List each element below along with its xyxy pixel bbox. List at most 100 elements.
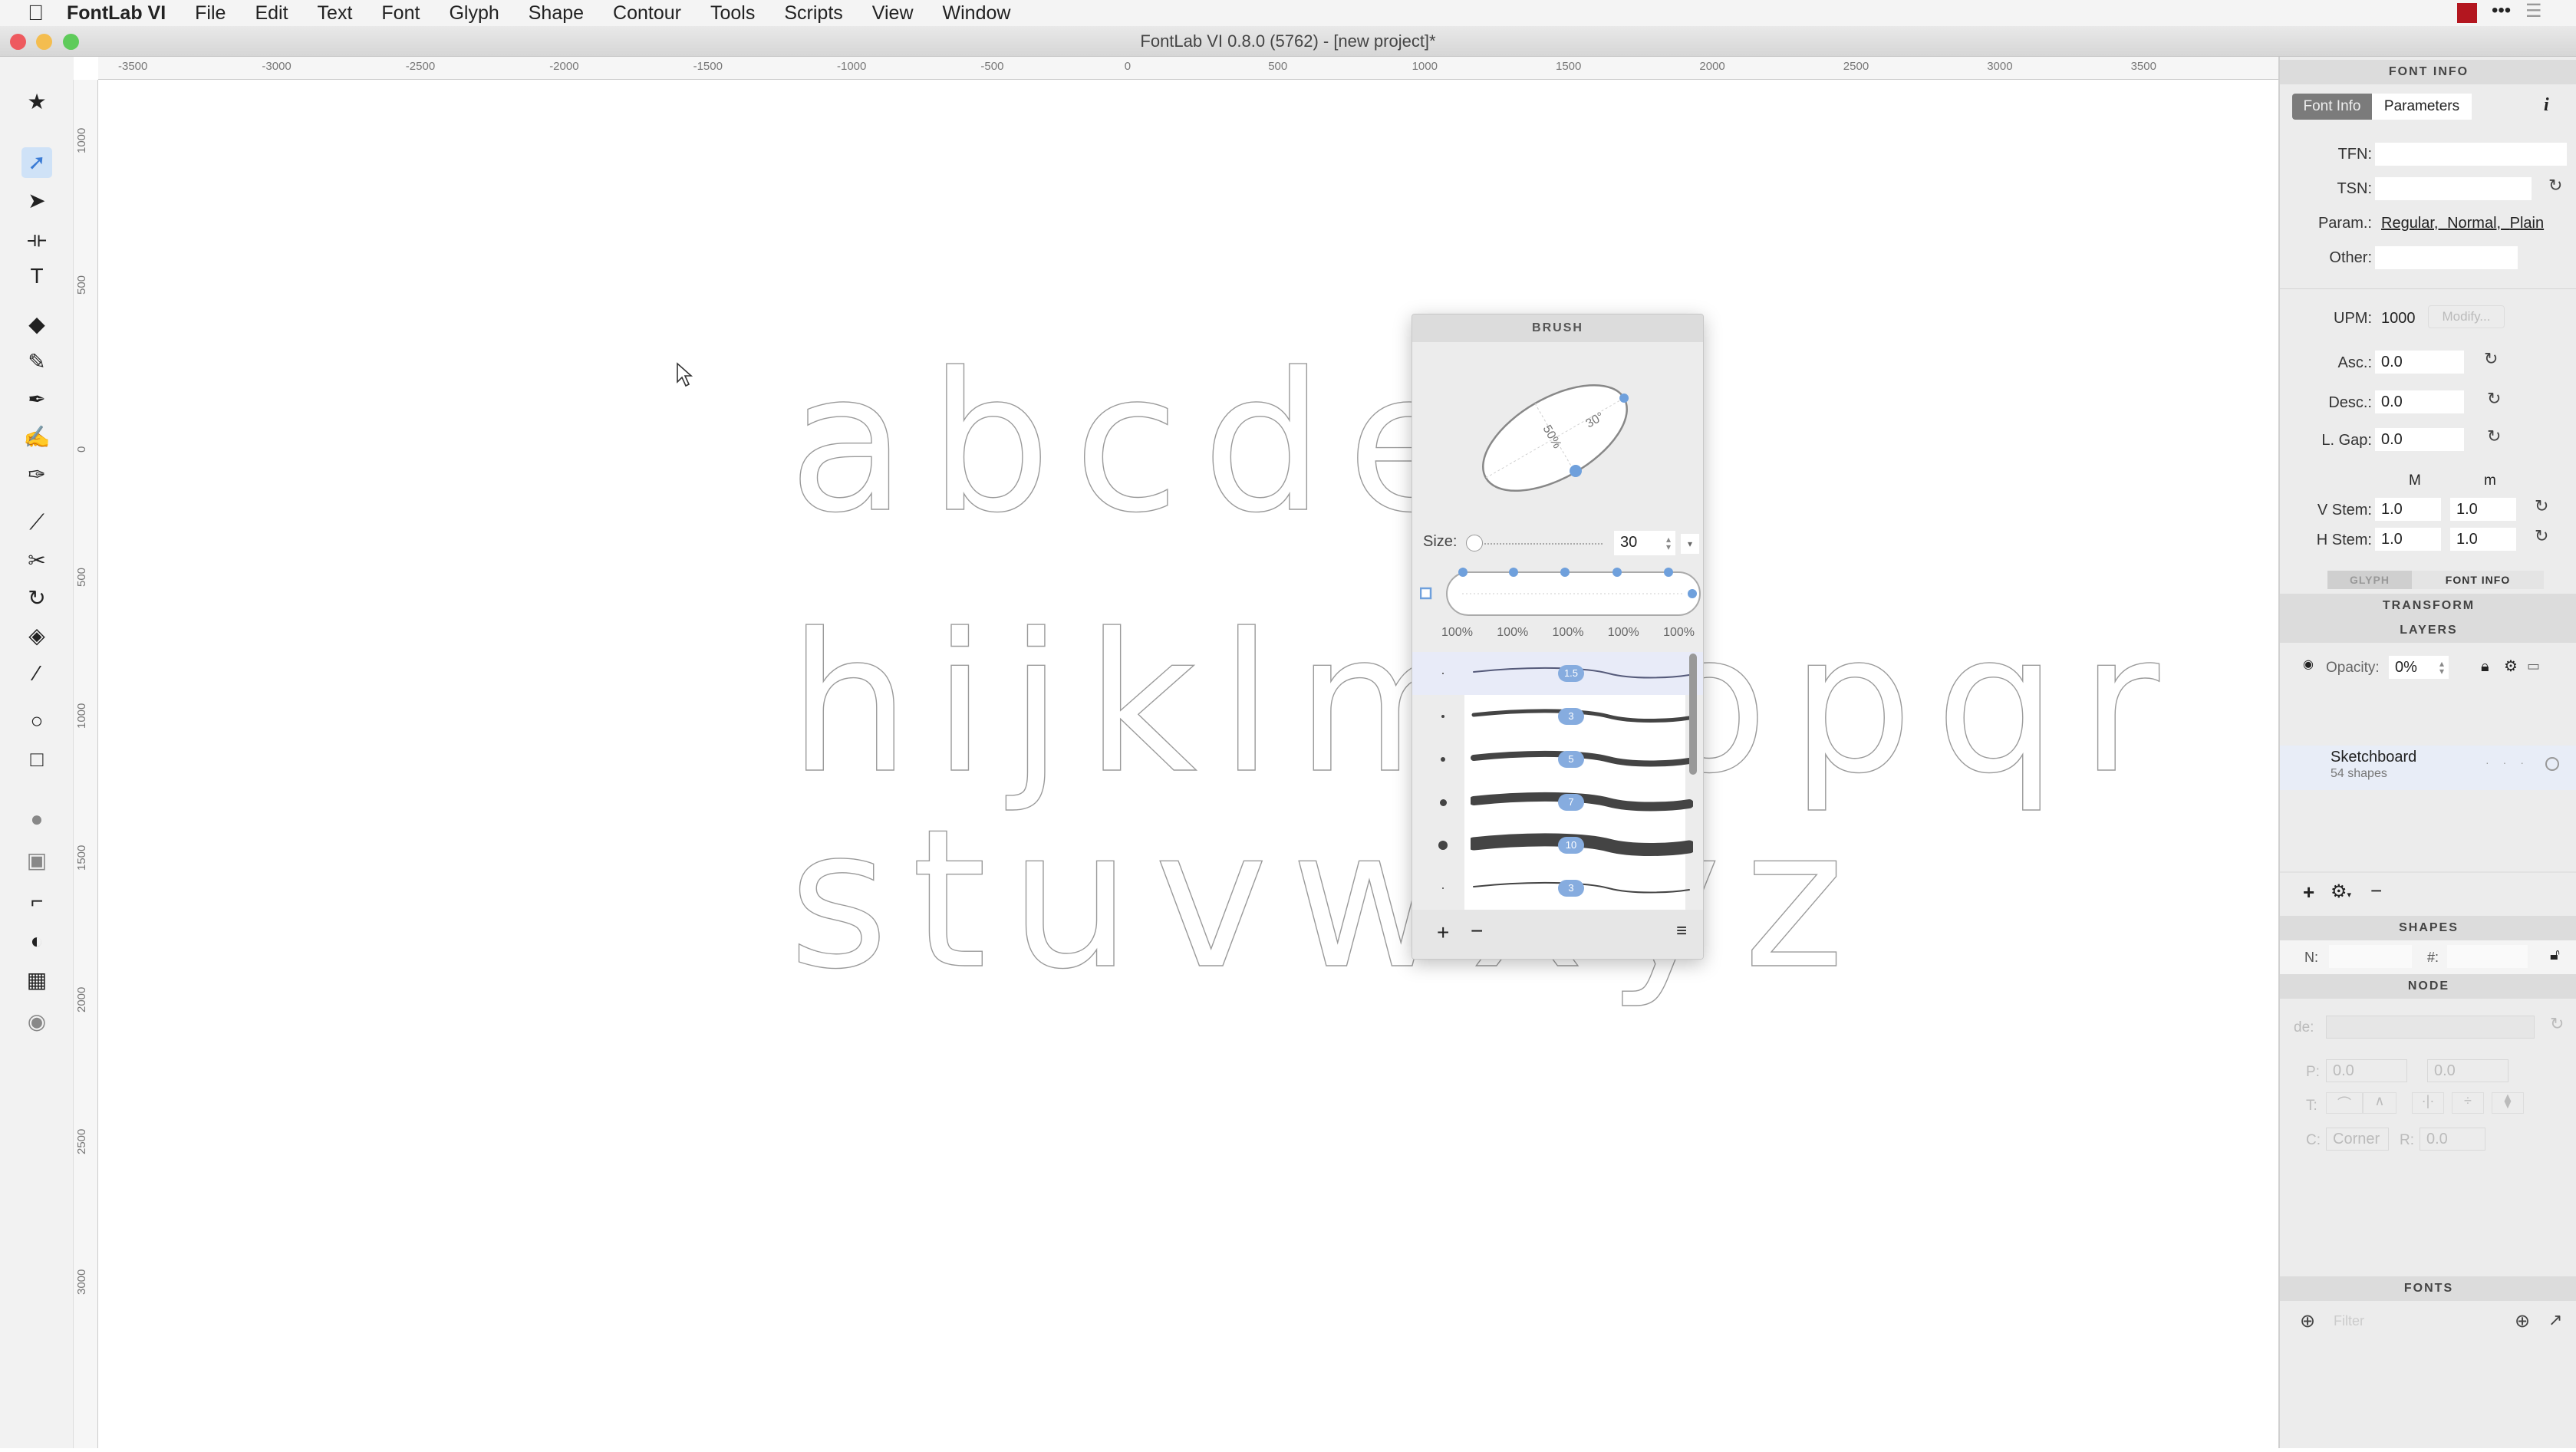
sharp-node-button[interactable]: ∧ — [2363, 1092, 2396, 1114]
rapid-pen-icon[interactable]: ✍ — [21, 422, 52, 453]
node-name-input[interactable] — [2326, 1016, 2535, 1039]
param-weight[interactable]: Regular, — [2381, 215, 2439, 232]
radius-input[interactable]: 0.0 — [2426, 1131, 2448, 1147]
desc-input[interactable]: 0.0 — [2375, 390, 2464, 413]
menu-glyph[interactable]: Glyph — [449, 2, 499, 25]
brush-item[interactable]: 3 — [1412, 695, 1703, 738]
tab-font-info[interactable]: Font Info — [2292, 94, 2372, 120]
hand-icon[interactable]: ◉ — [21, 1006, 52, 1037]
reset-desc-icon[interactable]: ↻ — [2487, 389, 2501, 409]
rotate-icon[interactable]: ↻ — [21, 583, 52, 614]
shapes-header[interactable]: SHAPES — [2280, 916, 2576, 940]
tsn-input[interactable] — [2375, 177, 2532, 200]
layer-settings-icon[interactable]: ⚙ — [2504, 657, 2518, 676]
asc-input[interactable]: 0.0 — [2375, 351, 2464, 374]
tab-glyph[interactable]: GLYPH — [2327, 571, 2412, 589]
menu-app[interactable]: FontLab VI — [67, 2, 166, 25]
menu-font[interactable]: Font — [381, 2, 420, 25]
menu-tools[interactable]: Tools — [710, 2, 755, 25]
text-icon[interactable]: T — [21, 261, 52, 291]
transform-header[interactable]: TRANSFORM — [2280, 594, 2576, 618]
reset-vstem-icon[interactable]: ↻ — [2535, 496, 2548, 516]
connection-type-button[interactable]: Corner — [2333, 1131, 2380, 1147]
param-width[interactable]: Normal, — [2447, 215, 2501, 232]
node-header[interactable]: NODE — [2280, 974, 2576, 999]
grid-icon[interactable]: ▦ — [21, 965, 52, 996]
scissors-icon[interactable]: ✂ — [21, 545, 52, 576]
vstem-m-input[interactable]: 1.0 — [2450, 498, 2516, 521]
menu-shape[interactable]: Shape — [529, 2, 584, 25]
size-stepper[interactable]: ▴ ▾ — [1666, 535, 1671, 551]
shape-id-input[interactable] — [2447, 945, 2528, 968]
reset-asc-icon[interactable]: ↻ — [2484, 349, 2498, 369]
menu-file[interactable]: File — [195, 2, 226, 25]
position-x-input[interactable]: 0.0 — [2333, 1062, 2354, 1079]
layer-options-gear-icon[interactable]: ⚙▾ — [2331, 881, 2351, 903]
reset-hstem-icon[interactable]: ↻ — [2535, 526, 2548, 546]
eraser-icon[interactable]: ◆ — [21, 309, 52, 340]
param-values[interactable]: Regular, Normal, Plain — [2381, 215, 2544, 232]
brush-list-scrollbar[interactable] — [1689, 654, 1697, 775]
position-y-input[interactable]: 0.0 — [2434, 1062, 2456, 1079]
remove-brush-button[interactable]: − — [1471, 919, 1483, 943]
close-window-button[interactable] — [10, 34, 26, 50]
menu-contour[interactable]: Contour — [613, 2, 681, 25]
reset-node-icon[interactable]: ↻ — [2550, 1014, 2564, 1034]
brush-icon[interactable]: ✎ — [21, 347, 52, 377]
ellipse-icon[interactable]: ○ — [21, 706, 52, 736]
more-icon[interactable]: ••• — [2492, 0, 2511, 21]
open-external-icon[interactable]: ↗ — [2548, 1310, 2562, 1330]
tangent-button[interactable]: ⧫ — [2492, 1092, 2524, 1114]
color-icon[interactable]: ● — [21, 804, 52, 835]
size-slider-knob[interactable] — [1466, 535, 1483, 551]
brush-item[interactable]: 5 — [1412, 738, 1703, 781]
tab-parameters[interactable]: Parameters — [2372, 94, 2472, 120]
yin-yang-icon[interactable]: ◐ — [21, 926, 52, 956]
notification-list-icon[interactable]: ☰ — [2525, 0, 2542, 22]
shape-name-input[interactable] — [2329, 945, 2412, 968]
brush-item[interactable]: 10 — [1412, 824, 1703, 867]
visibility-eye-icon[interactable]: ◉ — [2303, 657, 2314, 672]
tab-font-info-bottom[interactable]: FONT INFO — [2412, 571, 2544, 589]
info-icon[interactable]: i — [2544, 95, 2549, 116]
lock-icon[interactable]: 🔒︎ — [2481, 658, 2489, 676]
pointer-icon[interactable]: ➚ — [21, 147, 52, 178]
contour-pointer-icon[interactable]: ➤ — [21, 186, 52, 216]
layer-type-icon[interactable]: ▭ — [2527, 658, 2540, 674]
brush-item[interactable]: 7 — [1412, 781, 1703, 824]
opacity-stepper[interactable]: ▴ ▾ — [2439, 659, 2444, 676]
vstem-M-input[interactable]: 1.0 — [2375, 498, 2441, 521]
menu-scripts[interactable]: Scripts — [784, 2, 842, 25]
hstem-M-input[interactable]: 1.0 — [2375, 528, 2441, 551]
eyedropper-icon[interactable]: ⁄ — [21, 658, 52, 689]
lgap-input[interactable]: 0.0 — [2375, 428, 2464, 451]
star-icon[interactable]: ★ — [21, 87, 52, 117]
horizontal-ruler[interactable]: -3500 -3000 -2500 -2000 -1500 -1000 -500 0 500 10… — [98, 57, 2278, 80]
layer-row-sketchboard[interactable]: Sketchboard 54 shapes ··· — [2280, 746, 2576, 790]
pressure-curve-editor[interactable] — [1420, 561, 1704, 627]
status-app-icon[interactable] — [2457, 3, 2477, 23]
component-icon[interactable]: ▣ — [21, 845, 52, 876]
menu-window[interactable]: Window — [943, 2, 1011, 25]
power-pen-icon[interactable]: ✑ — [21, 459, 52, 490]
other-input[interactable] — [2375, 246, 2518, 269]
glyph-canvas[interactable]: abcdefg hijklmnopqr stuvwxyz — [98, 80, 2278, 1448]
vertical-ruler[interactable]: 1000 500 0 500 1000 1500 2000 2500 3000 — [74, 80, 98, 1448]
brush-item[interactable]: 3 — [1412, 867, 1703, 910]
add-layer-button[interactable]: + — [2303, 881, 2314, 904]
menu-view[interactable]: View — [872, 2, 914, 25]
align-vertical-button[interactable]: ÷ — [2452, 1092, 2484, 1114]
remove-layer-button[interactable]: − — [2370, 879, 2382, 903]
font-info-header[interactable]: FONT INFO — [2280, 60, 2576, 84]
brush-shape-editor[interactable]: 30° 50% — [1412, 342, 1704, 526]
add-brush-button[interactable]: + — [1437, 920, 1449, 945]
apple-icon[interactable]:  — [28, 1, 44, 25]
corner-icon[interactable]: ⌐ — [21, 886, 52, 917]
unlock-icon[interactable]: 🔓︎ — [2550, 947, 2560, 964]
param-style[interactable]: Plain — [2510, 215, 2544, 232]
fill-icon[interactable]: ◈ — [21, 621, 52, 651]
minimize-window-button[interactable] — [36, 34, 52, 50]
reset-tsn-icon[interactable]: ↻ — [2548, 176, 2562, 196]
zoom-window-button[interactable] — [63, 34, 79, 50]
modify-upm-button[interactable]: Modify... — [2428, 305, 2505, 328]
